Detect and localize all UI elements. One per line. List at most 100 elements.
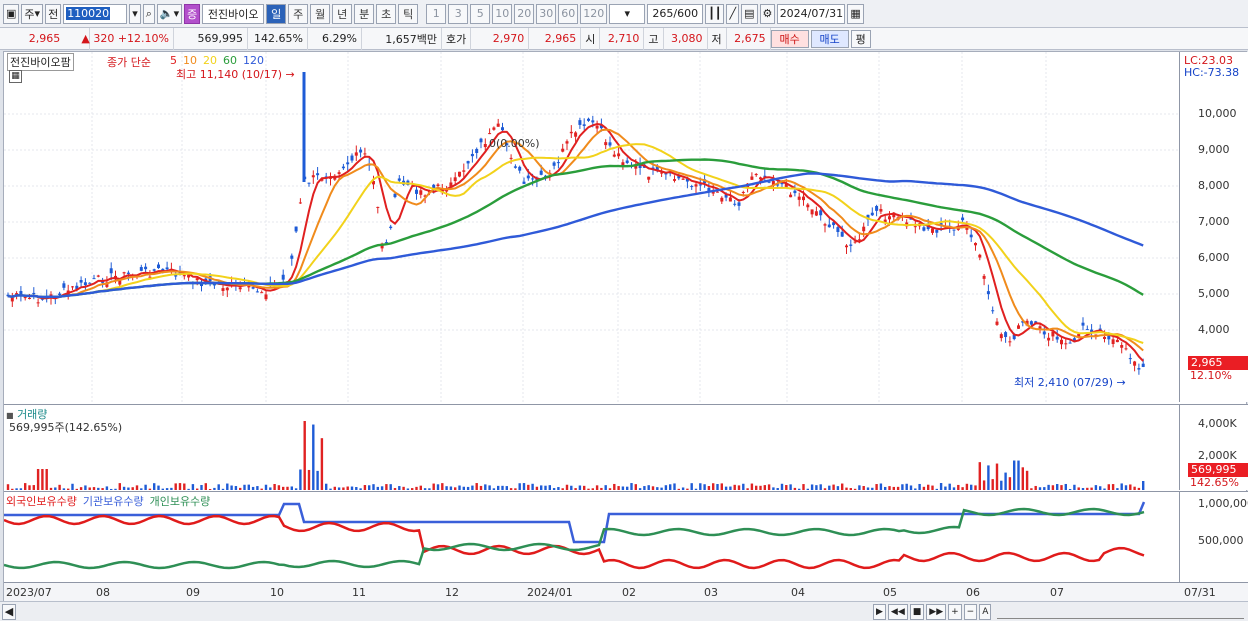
- window-menu-icon[interactable]: ▣: [3, 3, 20, 24]
- volume-bar: [1103, 488, 1106, 490]
- candle-body: [741, 191, 745, 193]
- candle-body: [582, 124, 586, 126]
- buy-button[interactable]: 매수: [770, 29, 809, 48]
- volume-bar: [363, 485, 367, 490]
- volume-bar: [703, 484, 706, 490]
- holdings-axis-label: 500,000: [1198, 534, 1244, 547]
- period-tab-5[interactable]: 초: [376, 3, 397, 24]
- stock-badge: 증: [184, 3, 201, 24]
- stock-code-input[interactable]: 110020: [63, 3, 128, 24]
- candle-body: [479, 138, 483, 143]
- interval-button-60[interactable]: 60: [558, 3, 579, 24]
- chart-area[interactable]: 전진바이오팜 종가 단순 5 10 20 60 120 ▦ 최고 11,140 (10/…: [3, 51, 1248, 602]
- volume-bar: [677, 488, 680, 490]
- candle-body: [1133, 361, 1137, 366]
- volume-bar: [299, 469, 302, 490]
- volume-bar: [75, 488, 78, 490]
- grid-toggle-icon[interactable]: ▦: [9, 70, 22, 83]
- scroll-left-button[interactable]: ◀: [2, 603, 16, 620]
- bottom-control-3[interactable]: ▶▶: [926, 603, 947, 620]
- eval-button[interactable]: 평: [850, 29, 871, 48]
- candle-body: [853, 241, 857, 243]
- candle-body: [1120, 345, 1124, 348]
- volume-bar: [243, 484, 246, 490]
- interval-button-30[interactable]: 30: [536, 3, 557, 24]
- holdings-pane[interactable]: 외국인보유수량 기관보유수량 개인보유수량: [4, 491, 1179, 582]
- candle-body: [496, 123, 500, 127]
- volume-pane[interactable]: ■ 거래량 569,995주(142.65%): [4, 404, 1179, 490]
- candle-body: [578, 120, 582, 125]
- period-tab-3[interactable]: 년: [332, 3, 353, 24]
- candle-body: [346, 162, 350, 165]
- calendar-icon[interactable]: ▦: [847, 3, 864, 24]
- candle-icon[interactable]: ┃┃: [705, 3, 725, 24]
- price-pane[interactable]: 전진바이오팜 종가 단순 5 10 20 60 120 ▦ 최고 11,140 (10/…: [4, 52, 1179, 402]
- bottom-control-4[interactable]: +: [948, 603, 962, 620]
- save-icon[interactable]: ▤: [741, 3, 758, 24]
- price-axis-label: 10,000: [1198, 107, 1237, 120]
- price-axis: LC:23.03 HC:-73.38 10,000 9,000 8,000 7,000…: [1179, 52, 1248, 402]
- period-tab-6[interactable]: 틱: [398, 3, 419, 24]
- candle-body: [337, 172, 341, 174]
- volume-bar: [535, 486, 539, 490]
- interval-select[interactable]: ▾: [609, 3, 646, 24]
- bottom-control-6[interactable]: A: [979, 603, 992, 620]
- high-label: 고: [644, 27, 664, 50]
- period-tab-2[interactable]: 월: [310, 3, 331, 24]
- candle-body: [522, 181, 526, 184]
- interval-button-5[interactable]: 5: [470, 3, 491, 24]
- volume-bar: [458, 485, 461, 490]
- interval-button-3[interactable]: 3: [448, 3, 469, 24]
- time-axis-label: 07/31: [1184, 586, 1216, 599]
- candle-body: [681, 178, 685, 180]
- volume-bar: [1107, 484, 1110, 490]
- volume-bar: [806, 488, 809, 490]
- count-field[interactable]: 265/600: [647, 3, 704, 24]
- volume-bar: [841, 483, 844, 490]
- candle-body: [1111, 339, 1115, 344]
- candle-body: [509, 157, 513, 159]
- price-axis-label: 6,000: [1198, 251, 1230, 264]
- search-icon[interactable]: ⌕: [142, 3, 155, 24]
- code-dropdown-icon[interactable]: ▾: [129, 3, 141, 24]
- volume-ratio-label: 142.65%: [1190, 476, 1239, 489]
- market-select[interactable]: 주 ▾: [21, 3, 44, 24]
- interval-button-10[interactable]: 10: [492, 3, 513, 24]
- toolbar: ▣ 주 ▾ 전 110020 ▾ ⌕ 🔈▾ 증 전진바이오 일주월년분초틱 135…: [0, 0, 1248, 28]
- bottom-control-1[interactable]: ◀◀: [887, 603, 908, 620]
- gear-icon[interactable]: ⚙: [759, 3, 776, 24]
- price-axis-label: 9,000: [1198, 143, 1230, 156]
- volume-bar: [170, 487, 173, 490]
- candle-body: [363, 153, 367, 155]
- period-tab-1[interactable]: 주: [288, 3, 309, 24]
- period-tab-4[interactable]: 분: [354, 3, 375, 24]
- sell-button[interactable]: 매도: [810, 29, 849, 48]
- volume-bar: [965, 483, 969, 490]
- volume-bar: [570, 485, 573, 490]
- sound-icon[interactable]: 🔈▾: [156, 3, 183, 24]
- candle-body: [109, 268, 113, 274]
- draw-icon[interactable]: ╱: [726, 3, 740, 24]
- type-select[interactable]: 전: [45, 3, 62, 24]
- interval-button-1[interactable]: 1: [426, 3, 447, 24]
- volume-bar: [823, 488, 827, 490]
- bottom-control-2[interactable]: ■: [909, 603, 925, 620]
- bottom-control-0[interactable]: ▶: [873, 603, 886, 620]
- candle-body: [720, 197, 724, 202]
- volume-bar: [1008, 477, 1012, 490]
- volume-bar: [131, 487, 134, 490]
- low-price: 2,675: [727, 27, 771, 50]
- zoom-slider[interactable]: [997, 605, 1244, 619]
- current-price-box: 2,965: [1188, 356, 1248, 370]
- volume-bar: [909, 485, 913, 490]
- chart-scrollbar[interactable]: [18, 606, 873, 618]
- interval-button-120[interactable]: 120: [580, 3, 608, 24]
- interval-button-20[interactable]: 20: [514, 3, 535, 24]
- period-tab-0[interactable]: 일: [266, 3, 287, 24]
- date-field[interactable]: 2024/07/31: [777, 3, 846, 24]
- bottom-control-5[interactable]: −: [963, 603, 978, 620]
- volume-bar: [1021, 467, 1024, 490]
- volume-bar: [28, 485, 31, 490]
- candle-body: [922, 227, 926, 231]
- candle-body: [888, 216, 891, 220]
